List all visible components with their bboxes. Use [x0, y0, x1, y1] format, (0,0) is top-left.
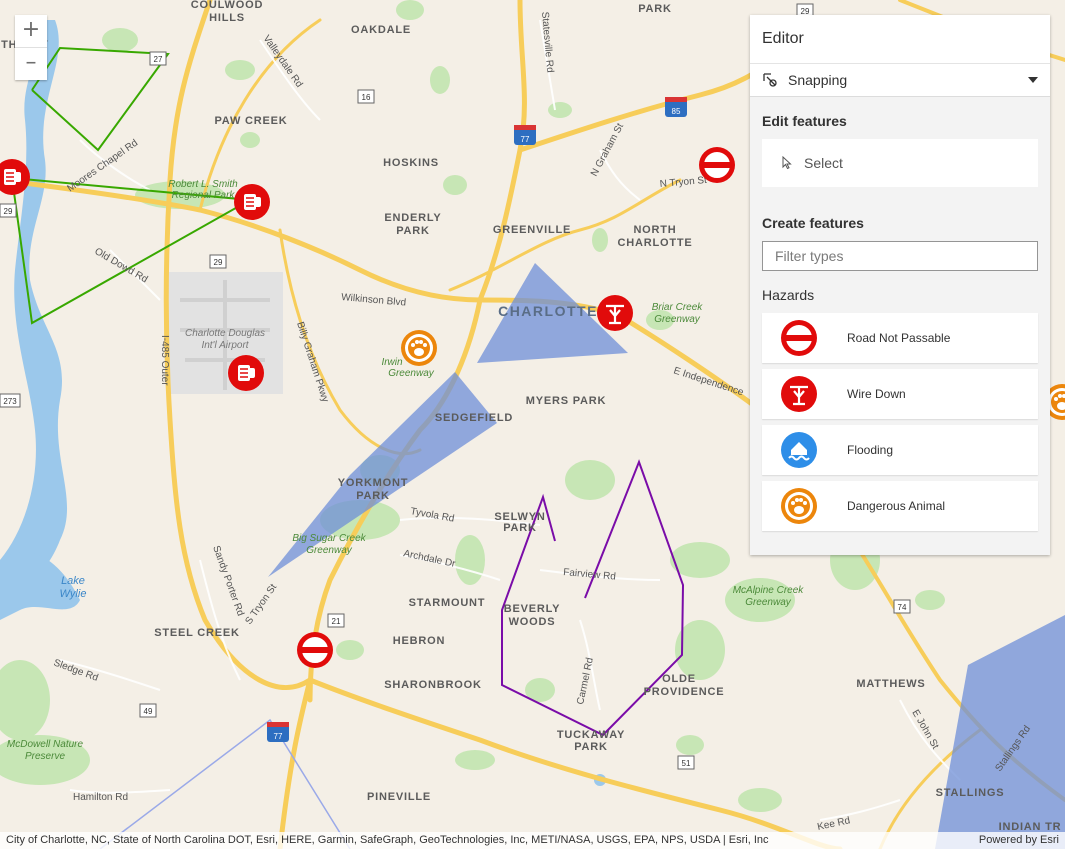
- create-features-title: Create features: [762, 215, 864, 231]
- attribution-bar: City of Charlotte, NC, State of North Ca…: [0, 832, 1065, 849]
- type-label: Dangerous Animal: [847, 499, 946, 513]
- place-label: BEVERLY: [504, 603, 561, 615]
- park-label: Robert L. Smith: [168, 179, 238, 190]
- shield-number: 16: [362, 93, 371, 102]
- zoom-out-button[interactable]: –: [15, 47, 47, 80]
- park-label: Greenway: [306, 545, 353, 556]
- park-label: Irwin: [381, 357, 403, 368]
- place-label: SEDGEFIELD: [435, 412, 513, 424]
- place-label: YORKMONT: [338, 477, 409, 489]
- attribution-text: City of Charlotte, NC, State of North Ca…: [6, 834, 769, 846]
- shield-number: 29: [214, 258, 223, 267]
- type-wire-down[interactable]: Wire Down: [762, 369, 1038, 419]
- place-label: HOSKINS: [383, 157, 439, 169]
- place-label: TUCKAWAY: [557, 729, 625, 741]
- select-button[interactable]: Select: [762, 139, 1038, 187]
- place-label: HEBRON: [393, 635, 445, 647]
- park-label: Preserve: [25, 751, 65, 762]
- place-label: STARMOUNT: [409, 597, 486, 609]
- zoom-in-button[interactable]: +: [15, 15, 47, 47]
- filter-types-input[interactable]: [762, 241, 1038, 271]
- road-label: I-485 Outer: [159, 335, 170, 386]
- hazards-group-title: Hazards: [762, 287, 815, 303]
- park-label: Greenway: [654, 314, 701, 325]
- place-label: STEEL CREEK: [154, 627, 240, 639]
- powered-by-esri[interactable]: Powered by Esri: [979, 832, 1059, 849]
- shield-number: 273: [3, 397, 17, 406]
- hazard-point-dangerous-animal-icon[interactable]: [401, 330, 437, 366]
- type-flooding[interactable]: Flooding: [762, 425, 1038, 475]
- airport-label: Int'l Airport: [201, 340, 249, 351]
- park-label: Greenway: [745, 597, 792, 608]
- place-label: NORTH: [633, 224, 676, 236]
- shield-number: 51: [682, 759, 691, 768]
- edit-features-title: Edit features: [762, 113, 847, 129]
- park-label: McDowell Nature: [7, 739, 84, 750]
- road-not-passable-icon: [781, 320, 817, 356]
- type-dangerous-animal[interactable]: Dangerous Animal: [762, 481, 1038, 531]
- shield-number: 77: [521, 135, 530, 144]
- place-label: PINEVILLE: [367, 791, 431, 803]
- park-label: Briar Creek: [652, 302, 704, 313]
- shield-number: 77: [274, 732, 283, 741]
- shield-number: 27: [154, 55, 163, 64]
- place-label: PAW CREEK: [214, 115, 287, 127]
- place-label: CHARLOTTE: [617, 237, 692, 249]
- place-label: PARK: [503, 522, 537, 534]
- place-label: OAKDALE: [351, 24, 411, 36]
- hazard-point-road-not-passable-icon[interactable]: [296, 631, 334, 669]
- park-label: McAlpine Creek: [733, 585, 805, 596]
- place-label: ENDERLY: [384, 212, 441, 224]
- wire-down-icon: [781, 376, 817, 412]
- place-label: MYERS PARK: [526, 395, 607, 407]
- hazard-point-wire-down-icon[interactable]: [595, 293, 635, 333]
- lake-label: Lake: [61, 575, 85, 587]
- hazard-point-road-not-passable-icon[interactable]: [698, 146, 736, 184]
- place-label: MATTHEWS: [856, 678, 925, 690]
- select-label: Select: [804, 155, 843, 171]
- place-label: OLDE: [662, 673, 696, 685]
- shield-number: 49: [144, 707, 153, 716]
- place-label: COULWOOD: [191, 0, 263, 11]
- zoom-control: + –: [15, 15, 47, 80]
- dangerous-animal-icon: [781, 488, 817, 524]
- flooding-icon: [781, 432, 817, 468]
- snapping-label: Snapping: [788, 72, 848, 88]
- shield-number: 21: [332, 617, 341, 626]
- type-label: Flooding: [847, 443, 894, 457]
- place-label: GREENVILLE: [493, 224, 571, 236]
- place-label: STALLINGS: [936, 787, 1005, 799]
- place-label: WOODS: [509, 616, 556, 628]
- place-label: PARK: [356, 490, 390, 502]
- place-label: PROVIDENCE: [644, 686, 725, 698]
- type-label: Wire Down: [847, 387, 906, 401]
- park-label: Regional Park: [172, 190, 236, 201]
- city-label-charlotte: CHARLOTTE: [498, 303, 598, 319]
- place-label: PARK: [638, 3, 672, 15]
- park-label: Greenway: [388, 368, 435, 379]
- lake-label: Wylie: [60, 588, 87, 600]
- road-label: Hamilton Rd: [73, 792, 128, 803]
- place-label: PARK: [396, 225, 430, 237]
- snapping-icon: [763, 73, 777, 87]
- shield-number: 85: [672, 107, 681, 116]
- place-label: SHARONBROOK: [384, 679, 481, 691]
- park-label: Big Sugar Creek: [292, 533, 366, 544]
- chevron-down-icon[interactable]: [1028, 77, 1038, 83]
- hazard-point-hand-icon[interactable]: [227, 354, 265, 392]
- shield-number: 29: [4, 207, 13, 216]
- cursor-icon: [782, 156, 792, 170]
- hazard-point-hand-icon[interactable]: [233, 183, 271, 221]
- snapping-toggle[interactable]: Snapping: [750, 64, 1050, 97]
- place-label: HILLS: [209, 12, 245, 24]
- editor-panel: Editor Snapping Edit features Select Cre…: [750, 15, 1050, 555]
- shield-number: 74: [898, 603, 907, 612]
- place-label: PARK: [574, 741, 608, 753]
- editor-title: Editor: [750, 15, 1050, 64]
- airport-label: Charlotte Douglas: [185, 328, 265, 339]
- type-road-not-passable[interactable]: Road Not Passable: [762, 313, 1038, 363]
- type-label: Road Not Passable: [847, 331, 951, 345]
